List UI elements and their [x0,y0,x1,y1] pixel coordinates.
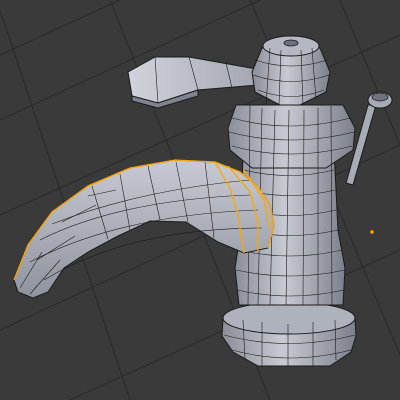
3d-viewport[interactable] [0,0,400,400]
scene-canvas[interactable] [0,0,400,400]
spout[interactable] [13,159,275,299]
origin-dot-icon [370,230,374,234]
lever-handle[interactable] [127,56,271,109]
